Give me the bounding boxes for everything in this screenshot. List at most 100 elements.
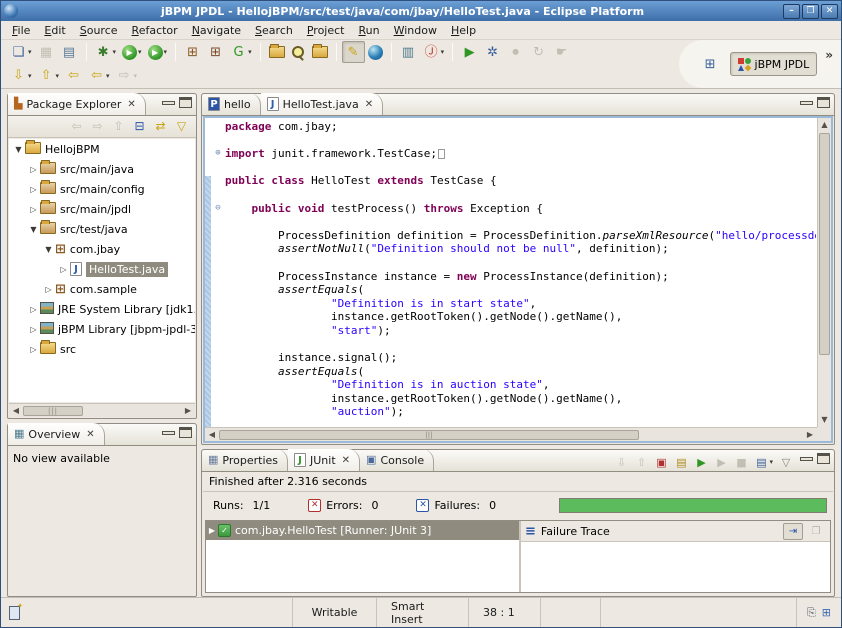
editor-hscrollbar[interactable]: ◀ ||| ▶ — [205, 427, 817, 441]
pages-icon[interactable]: ⎘ — [807, 606, 816, 620]
print-button[interactable]: ▤ — [58, 41, 81, 63]
expand-arrow-icon[interactable]: ▷ — [28, 185, 39, 194]
expand-arrow-icon[interactable]: ▷ — [28, 345, 39, 354]
resume-button[interactable]: ▶ — [458, 41, 481, 63]
open-perspective-button[interactable]: ⊞ — [699, 53, 722, 75]
dropdown-arrow-icon[interactable]: ▾ — [138, 48, 142, 56]
menu-file[interactable]: File — [5, 22, 37, 39]
chevron-right-icon[interactable]: ▶ — [206, 526, 218, 535]
editor-vscrollbar[interactable]: ▲ ▼ — [817, 118, 831, 427]
failure-trace-content[interactable] — [521, 542, 830, 592]
scroll-down-icon[interactable]: ▼ — [818, 413, 831, 427]
show-trace-in-console-button[interactable]: ⇥ — [783, 523, 803, 540]
perspective-jbpm-jpdl-button[interactable]: jBPM JPDL — [730, 52, 818, 76]
tree-item-src-main-config[interactable]: ▷src/main/config — [9, 179, 195, 199]
show-failures-only-button[interactable]: ▣ — [651, 453, 671, 471]
menu-help[interactable]: Help — [444, 22, 483, 39]
minimize-editor-button[interactable] — [800, 97, 813, 108]
code-line[interactable]: "auction"); — [211, 405, 816, 419]
last-edit-location-button[interactable]: ⇦ — [62, 65, 85, 87]
menu-refactor[interactable]: Refactor — [125, 22, 185, 39]
scroll-right-icon[interactable]: ▶ — [181, 406, 195, 415]
scroll-left-icon[interactable]: ◀ — [205, 430, 219, 439]
code-line[interactable]: ProcessDefinition definition = ProcessDe… — [211, 229, 816, 243]
menu-search[interactable]: Search — [248, 22, 300, 39]
close-button[interactable]: ✕ — [821, 4, 838, 19]
view-menu-button[interactable]: ▽ — [171, 116, 192, 138]
scroll-lock-button[interactable]: ▤ — [671, 453, 691, 471]
new-class-button[interactable]: ⊞ — [204, 41, 227, 63]
tree-item-jbpm-library-jbpm-jpdl-3-2-[interactable]: ▷jBPM Library [jbpm-jpdl-3.2. — [9, 319, 195, 339]
expand-arrow-icon[interactable]: ▷ — [28, 325, 39, 334]
tree-item-jre-system-library-jdk1-5-[interactable]: ▷JRE System Library [jdk1.5. — [9, 299, 195, 319]
dropdown-arrow-icon[interactable]: ▾ — [106, 72, 110, 80]
scroll-left-icon[interactable]: ◀ — [9, 406, 23, 415]
code-line[interactable]: assertNotNull("Definition should not be … — [211, 242, 816, 256]
test-history-button[interactable]: ▤▾ — [751, 453, 776, 471]
code-line[interactable]: "Definition is in start state", — [211, 297, 816, 311]
tab-junit[interactable]: JJUnit✕ — [288, 449, 360, 471]
expand-arrow-icon[interactable]: ▷ — [28, 165, 39, 174]
maximize-view-button[interactable] — [179, 97, 192, 108]
fold-expand-icon[interactable]: ⊕ — [211, 147, 225, 161]
new-wizard-button[interactable]: ❏▾ — [7, 41, 35, 63]
code-line[interactable] — [211, 188, 816, 202]
code-line[interactable] — [211, 338, 816, 352]
code-line[interactable] — [211, 215, 816, 229]
scroll-right-icon[interactable]: ▶ — [803, 430, 817, 439]
scrollbar-thumb[interactable]: ||| — [219, 430, 639, 440]
fast-view-icon[interactable] — [9, 606, 20, 620]
tab-console[interactable]: ▣Console — [360, 449, 434, 471]
external-tools-button[interactable]: ▶▾ — [145, 41, 171, 63]
dropdown-arrow-icon[interactable]: ▾ — [28, 48, 32, 56]
editor-tab-hellotest-java[interactable]: JHelloTest.java✕ — [261, 93, 383, 115]
tree-item-src-main-java[interactable]: ▷src/main/java — [9, 159, 195, 179]
close-icon[interactable]: ✕ — [365, 99, 373, 110]
dropdown-arrow-icon[interactable]: ▾ — [248, 48, 252, 56]
maximize-view-button[interactable] — [179, 427, 192, 438]
code-line[interactable]: instance.getRootToken().getNode().getNam… — [211, 310, 816, 324]
tree-item-hellotest-java[interactable]: ▷JHelloTest.java — [9, 259, 195, 279]
dropdown-arrow-icon[interactable]: ▾ — [769, 458, 773, 466]
previous-annotation-button[interactable]: ⇧▾ — [35, 65, 63, 87]
code-line[interactable]: instance.getRootToken().getNode().getNam… — [211, 392, 816, 406]
dropdown-arrow-icon[interactable]: ▾ — [28, 72, 32, 80]
run-button[interactable]: ▶▾ — [119, 41, 145, 63]
folded-region-box[interactable] — [438, 149, 445, 159]
maximize-editor-button[interactable] — [817, 97, 830, 108]
minimize-button[interactable]: – — [783, 4, 800, 19]
tree-item-com-jbay[interactable]: ▼⊞com.jbay — [9, 239, 195, 259]
scroll-up-icon[interactable]: ▲ — [818, 118, 831, 132]
back-button[interactable]: ⇦▾ — [85, 65, 113, 87]
scrollbar-thumb[interactable] — [819, 133, 830, 355]
tree-item-com-sample[interactable]: ▷⊞com.sample — [9, 279, 195, 299]
tree-layout-icon[interactable]: ⊞ — [822, 606, 831, 619]
test-suite-row[interactable]: ▶ ✓ com.jbay.HelloTest [Runner: JUnit 3] — [206, 521, 519, 540]
maximize-button[interactable]: ❐ — [802, 4, 819, 19]
code-line[interactable] — [211, 134, 816, 148]
junit-run-button[interactable]: Ⓙ▾ — [420, 41, 448, 63]
collapse-arrow-icon[interactable]: ▼ — [13, 145, 24, 154]
minimize-view-button[interactable] — [800, 453, 813, 464]
code-line[interactable]: "Definition is in auction state", — [211, 378, 816, 392]
dropdown-arrow-icon[interactable]: ▾ — [164, 48, 168, 56]
wizard-gears-button[interactable]: ✲ — [481, 41, 504, 63]
code-line[interactable] — [211, 256, 816, 270]
mark-occurrences-toggle[interactable]: ✎ — [342, 41, 365, 63]
maximize-view-button[interactable] — [817, 453, 830, 464]
tree-item-src-test-java[interactable]: ▼src/test/java — [9, 219, 195, 239]
package-explorer-hscrollbar[interactable]: ◀ ||| ▶ — [9, 403, 195, 417]
scrollbar-thumb[interactable]: ||| — [23, 406, 83, 416]
code-line[interactable]: assertEquals( — [211, 283, 816, 297]
dropdown-arrow-icon[interactable]: ▾ — [134, 72, 138, 80]
form-editor-button[interactable]: ▥ — [397, 41, 420, 63]
open-resource-button[interactable] — [309, 41, 331, 63]
new-process-button[interactable]: ⊞ — [181, 41, 204, 63]
tab-package-explorer[interactable]: ▙ Package Explorer ✕ — [8, 93, 146, 115]
minimize-view-button[interactable] — [162, 97, 175, 108]
dropdown-arrow-icon[interactable]: ▾ — [113, 48, 117, 56]
toolbar-overflow-chevron[interactable]: » — [825, 48, 833, 62]
tree-item-src-main-jpdl[interactable]: ▷src/main/jpdl — [9, 199, 195, 219]
menu-source[interactable]: Source — [73, 22, 125, 39]
close-icon[interactable]: ✕ — [86, 429, 94, 440]
